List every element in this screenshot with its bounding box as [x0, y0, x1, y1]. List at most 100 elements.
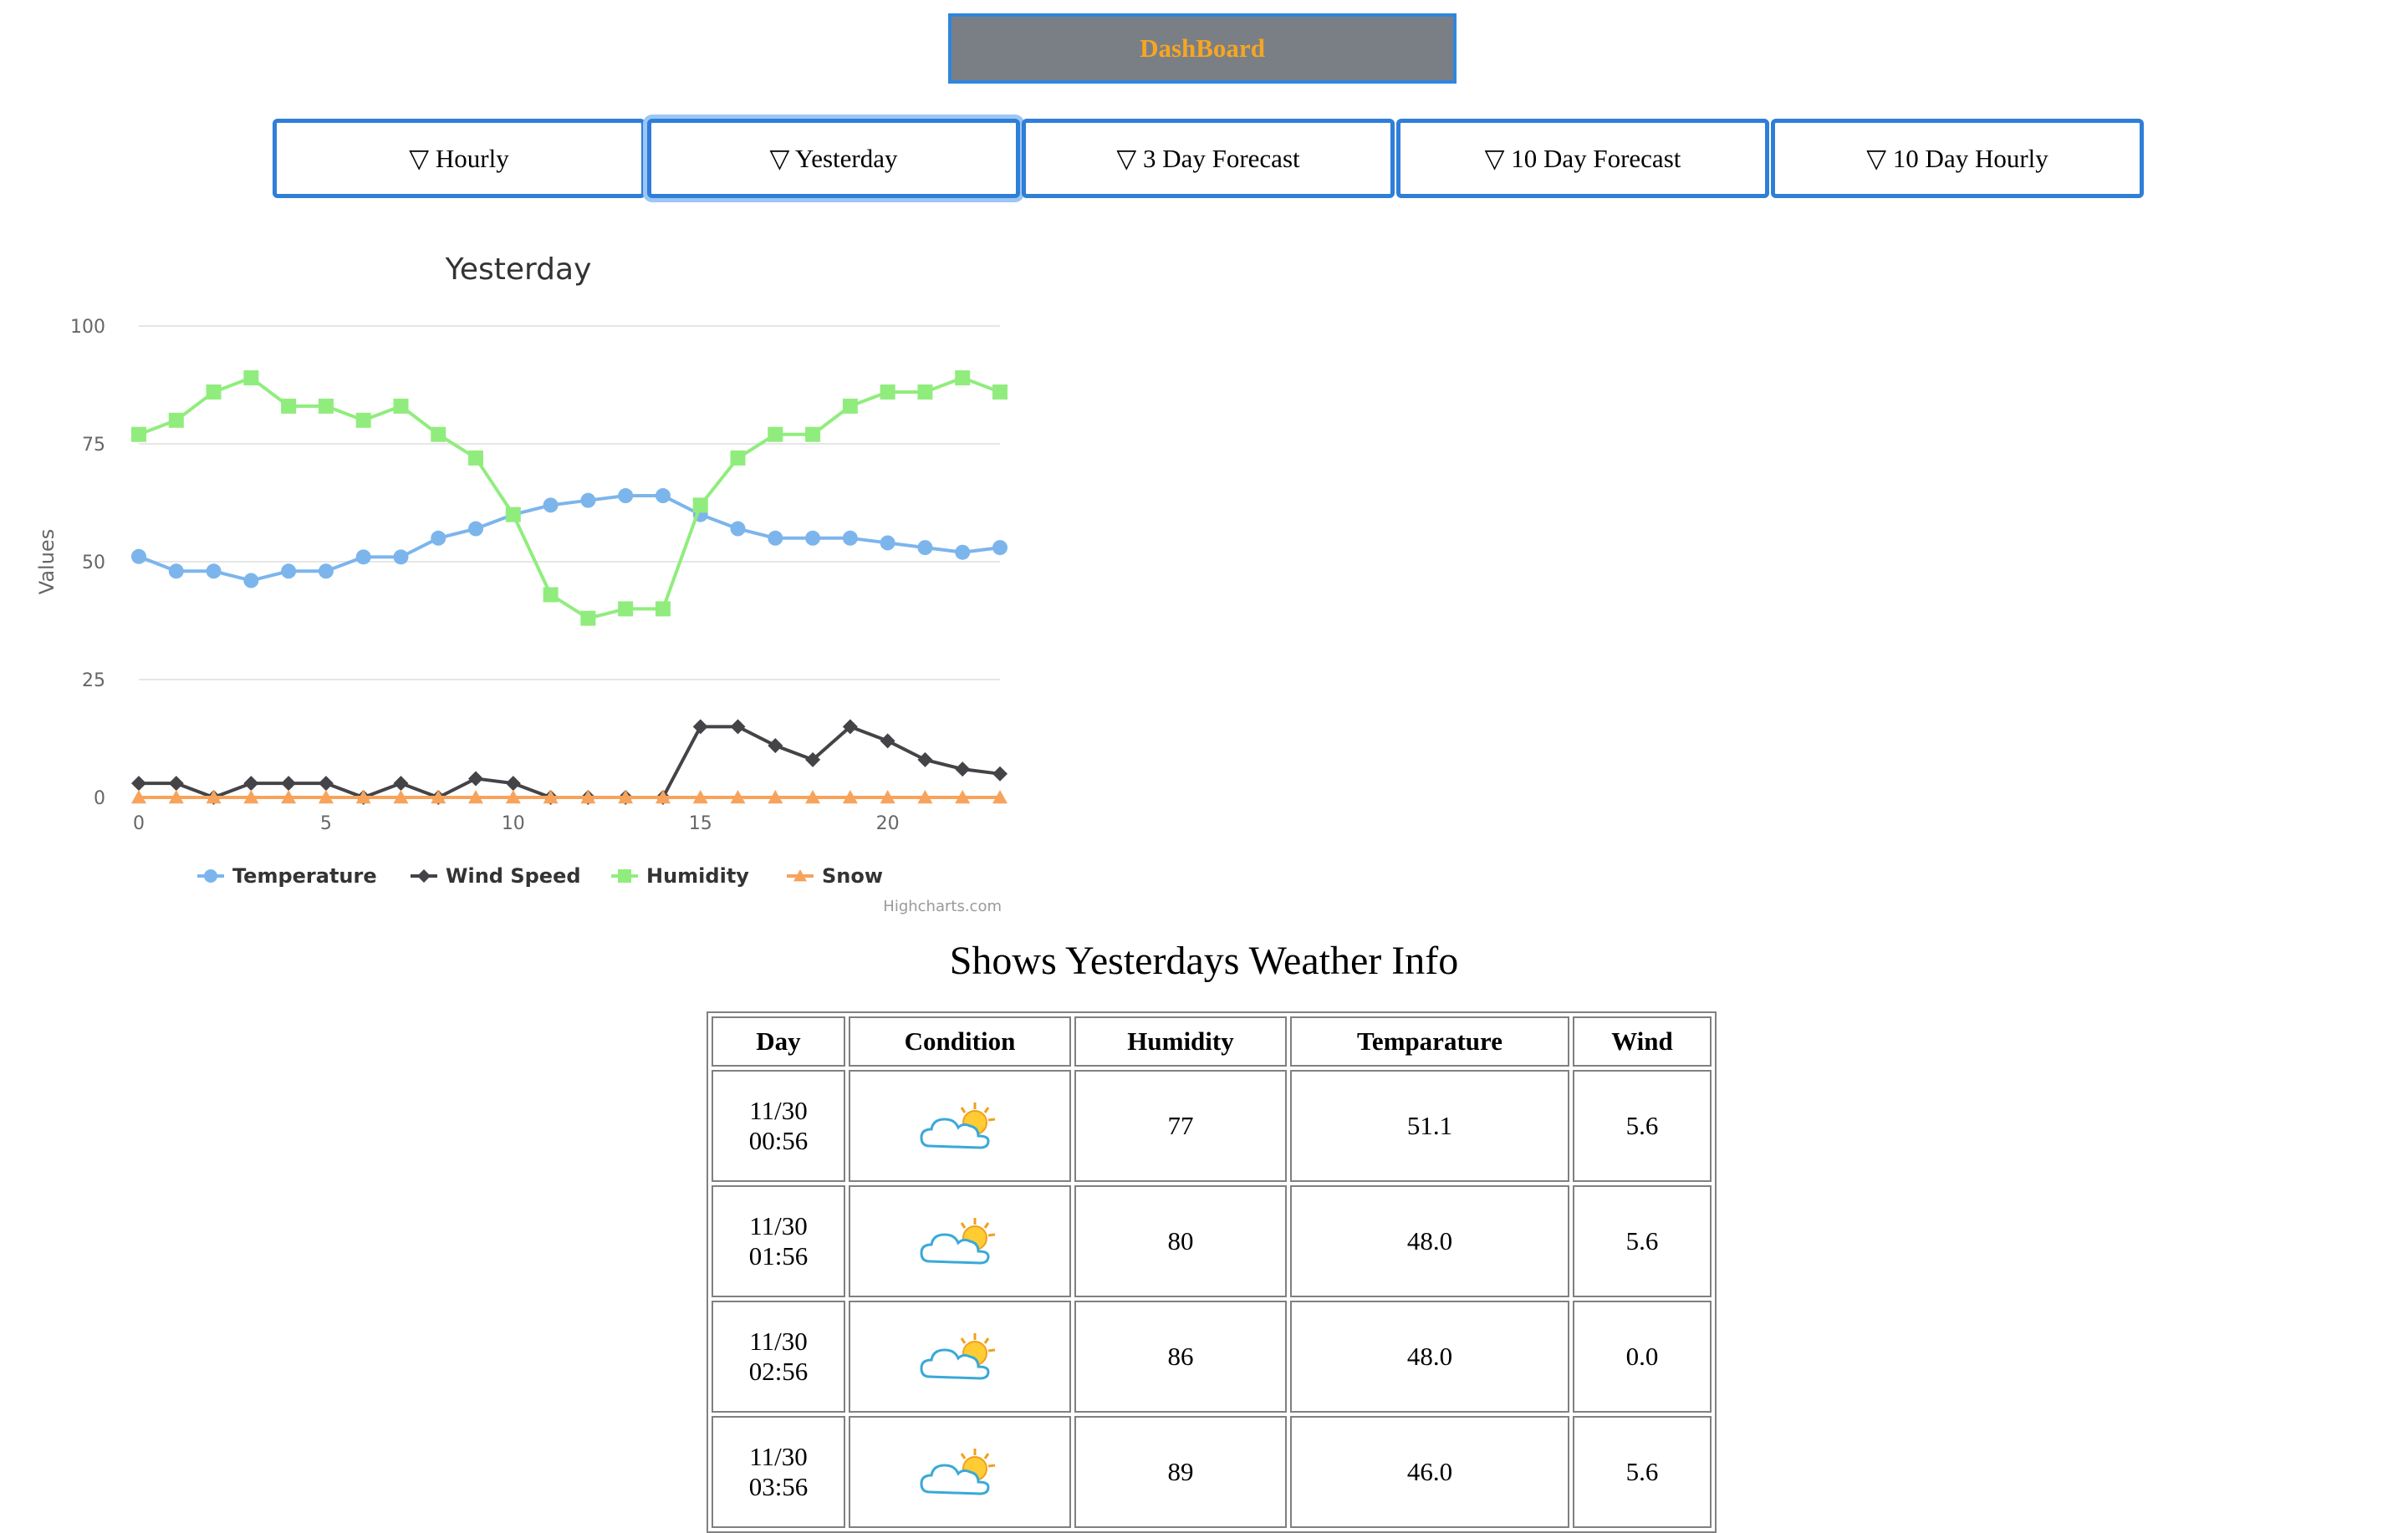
humidity-point: [917, 384, 933, 400]
chart-title: Yesterday: [445, 252, 592, 287]
header-condition: Condition: [849, 1016, 1071, 1067]
y-tick-label: 75: [82, 435, 105, 456]
header-wind: Wind: [1573, 1016, 1712, 1067]
humidity-point: [243, 370, 259, 386]
temperature-point: [917, 540, 933, 556]
tab-3-day-forecast[interactable]: ▽ 3 Day Forecast: [1022, 119, 1395, 198]
humidity-cell: 80: [1074, 1185, 1287, 1297]
temperature-point: [243, 573, 259, 588]
temperature-point: [355, 549, 371, 565]
wind-speed-series-line: [139, 725, 1001, 799]
humidity-cell: 77: [1074, 1070, 1287, 1182]
wind-speed-point: [768, 737, 783, 753]
humidity-point: [468, 450, 484, 466]
humidity-cell: 86: [1074, 1301, 1287, 1413]
humidity-point: [955, 370, 971, 386]
temperature-point: [431, 530, 446, 546]
day-cell: 11/30 03:56: [712, 1416, 845, 1528]
humidity-point: [505, 507, 521, 522]
temperature-point: [992, 540, 1008, 556]
humidity-point: [618, 601, 634, 617]
wind-speed-point: [955, 761, 971, 777]
temperature-point: [206, 563, 222, 579]
humidity-point: [168, 412, 184, 428]
wind-speed-point: [131, 776, 146, 792]
table-row: 11/30 03:56 89 46.0 5.6: [712, 1416, 1712, 1528]
wind-speed-point: [917, 751, 933, 767]
wind-speed-point: [281, 776, 297, 792]
day-cell: 11/30 00:56: [712, 1070, 845, 1182]
humidity-point: [281, 398, 297, 414]
humidity-legend-marker: [618, 869, 631, 883]
temperature-point: [393, 549, 409, 565]
partly-cloudy-icon: [920, 1103, 996, 1149]
table-header-row: Day Condition Humidity Temparature Wind: [712, 1016, 1712, 1067]
table-row: 11/30 00:56 77 51.1 5.6: [712, 1070, 1712, 1182]
legend-label: Wind Speed: [446, 864, 581, 888]
header-day: Day: [712, 1016, 845, 1067]
wind-speed-point: [393, 776, 409, 792]
temperature-point: [580, 492, 596, 508]
temperature-point: [543, 497, 559, 513]
condition-cell: [849, 1301, 1071, 1413]
humidity-point: [768, 426, 783, 442]
partly-cloudy-icon: [920, 1218, 996, 1265]
wind-speed-point: [992, 766, 1008, 782]
partly-cloudy-icon: [920, 1449, 996, 1495]
y-tick-label: 25: [82, 670, 105, 691]
humidity-cell: 89: [1074, 1416, 1287, 1528]
y-tick-label: 0: [94, 788, 105, 809]
table-row: 11/30 01:56 80 48.0 5.6: [712, 1185, 1712, 1297]
day-date: 11/30: [749, 1327, 808, 1356]
humidity-point: [655, 601, 671, 617]
temperature-cell: 48.0: [1290, 1301, 1569, 1413]
temperature-point: [618, 488, 634, 504]
x-tick-label: 5: [320, 813, 332, 834]
wind-cell: 5.6: [1573, 1185, 1712, 1297]
day-cell: 11/30 02:56: [712, 1301, 845, 1413]
y-tick-label: 100: [70, 317, 105, 338]
dashboard-button[interactable]: DashBoard: [948, 13, 1457, 84]
temperature-point: [655, 488, 671, 504]
table-title: Shows Yesterdays Weather Info: [949, 939, 1459, 983]
wind-speed-point: [318, 776, 334, 792]
temperature-point: [281, 563, 297, 579]
wind-speed-point: [505, 776, 521, 792]
humidity-point: [580, 610, 596, 626]
tab-10-day-forecast[interactable]: ▽ 10 Day Forecast: [1396, 119, 1769, 198]
x-tick-label: 20: [876, 813, 900, 834]
tab-hourly[interactable]: ▽ Hourly: [273, 119, 645, 198]
humidity-point: [431, 426, 446, 442]
humidity-point: [355, 412, 371, 428]
day-cell: 11/30 01:56: [712, 1185, 845, 1297]
day-date: 11/30: [749, 1096, 808, 1125]
wind-speed-point: [692, 719, 708, 735]
yesterday-chart: Yesterday 0 25 50 75 100 0 5 10 15 20 Values Tempera…: [0, 242, 1037, 936]
day-time: 01:56: [748, 1241, 809, 1271]
x-tick-label: 0: [133, 813, 145, 834]
day-date: 11/30: [749, 1211, 808, 1240]
wind-speed-point: [168, 776, 184, 792]
partly-cloudy-icon: [920, 1333, 996, 1380]
day-time: 03:56: [748, 1472, 809, 1501]
humidity-point: [543, 587, 559, 603]
weather-table: Day Condition Humidity Temparature Wind …: [707, 1011, 1717, 1533]
humidity-point: [318, 398, 334, 414]
humidity-point: [992, 384, 1008, 400]
legend-label: Humidity: [646, 864, 749, 888]
header-temperature: Temparature: [1290, 1016, 1569, 1067]
temperature-point: [768, 530, 783, 546]
tab-yesterday[interactable]: ▽ Yesterday: [647, 119, 1020, 198]
humidity-point: [842, 398, 858, 414]
humidity-point: [805, 426, 821, 442]
condition-cell: [849, 1416, 1071, 1528]
wind-cell: 0.0: [1573, 1301, 1712, 1413]
day-time: 00:56: [748, 1126, 809, 1155]
table-row: 11/30 02:56 86 48.0 0.0: [712, 1301, 1712, 1413]
humidity-point: [131, 426, 146, 442]
temperature-point: [880, 535, 895, 551]
humidity-point: [206, 384, 222, 400]
chart-credit: Highcharts.com: [883, 898, 1002, 915]
temperature-legend-marker: [204, 869, 217, 883]
tab-10-day-hourly[interactable]: ▽ 10 Day Hourly: [1771, 119, 2144, 198]
